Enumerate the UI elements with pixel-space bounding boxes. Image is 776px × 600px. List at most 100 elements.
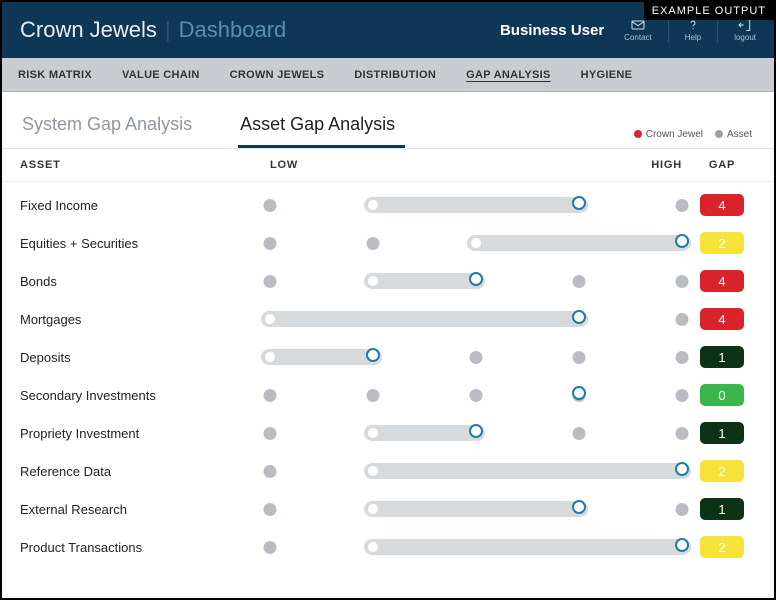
range-bar: [364, 425, 485, 441]
range-start-knob[interactable]: [265, 314, 275, 324]
range-start-knob[interactable]: [368, 504, 378, 514]
range-end-knob[interactable]: [366, 348, 380, 362]
scale-tick: [264, 541, 277, 554]
range-end-knob[interactable]: [675, 538, 689, 552]
gap-slider[interactable]: [270, 387, 682, 403]
gap-slider[interactable]: [270, 539, 682, 555]
gap-cell: 2: [692, 536, 752, 558]
separator: [668, 17, 669, 43]
asset-rows: Fixed Income4Equities + Securities2Bonds…: [2, 182, 774, 570]
scale-tick: [264, 465, 277, 478]
legend: Crown Jewel Asset: [634, 129, 752, 140]
contact-button[interactable]: Contact: [624, 17, 652, 42]
scale-tick: [264, 389, 277, 402]
range-bar: [261, 349, 382, 365]
gap-slider[interactable]: [270, 463, 682, 479]
range-start-knob[interactable]: [368, 276, 378, 286]
gap-cell: 4: [692, 270, 752, 292]
range-end-knob[interactable]: [675, 234, 689, 248]
scale-tick: [367, 389, 380, 402]
gap-cell: 2: [692, 232, 752, 254]
subtab-asset-gap-analysis[interactable]: Asset Gap Analysis: [238, 106, 405, 148]
scale-tick: [264, 275, 277, 288]
nav-item-risk-matrix[interactable]: RISK MATRIX: [16, 65, 94, 85]
gap-badge: 0: [700, 384, 744, 406]
gap-slider[interactable]: [270, 425, 682, 441]
nav-item-crown-jewels[interactable]: CROWN JEWELS: [228, 65, 327, 85]
logout-button[interactable]: logout: [734, 17, 756, 42]
asset-row: Product Transactions 2: [20, 528, 752, 566]
gap-badge: 4: [700, 308, 744, 330]
range-start-knob[interactable]: [471, 238, 481, 248]
help-button[interactable]: Help: [685, 17, 701, 42]
asset-name: Secondary Investments: [20, 388, 270, 403]
asset-name: Reference Data: [20, 464, 270, 479]
asset-name: Fixed Income: [20, 198, 270, 213]
title-separator: |: [165, 17, 171, 43]
range-bar: [467, 235, 691, 251]
range-start-knob[interactable]: [368, 466, 378, 476]
range-end-knob[interactable]: [572, 500, 586, 514]
asset-name: Product Transactions: [20, 540, 270, 555]
sub-tabs: System Gap Analysis Asset Gap Analysis Cr…: [2, 92, 774, 149]
scale-tick: [676, 503, 689, 516]
gap-cell: 0: [692, 384, 752, 406]
asset-row: Fixed Income 4: [20, 186, 752, 224]
scale-tick: [264, 427, 277, 440]
asset-row: Secondary Investments 0: [20, 376, 752, 414]
range-end-knob[interactable]: [469, 272, 483, 286]
scale-tick: [676, 427, 689, 440]
app-title: Crown Jewels: [20, 17, 157, 43]
range-end-knob[interactable]: [572, 310, 586, 324]
subtab-system-gap-analysis[interactable]: System Gap Analysis: [20, 106, 202, 148]
asset-row: Propriety Investment 1: [20, 414, 752, 452]
range-start-knob[interactable]: [265, 352, 275, 362]
gap-slider[interactable]: [270, 235, 682, 251]
asset-row: Deposits1: [20, 338, 752, 376]
range-start-knob[interactable]: [368, 200, 378, 210]
icon-label: Contact: [624, 33, 652, 42]
gap-badge: 4: [700, 270, 744, 292]
range-bar: [364, 463, 691, 479]
range-bar: [364, 273, 485, 289]
col-gap-header: GAP: [692, 159, 752, 171]
gap-slider[interactable]: [270, 501, 682, 517]
range-end-knob[interactable]: [572, 386, 586, 400]
range-end-knob[interactable]: [572, 196, 586, 210]
asset-row: Reference Data 2: [20, 452, 752, 490]
gap-cell: 4: [692, 194, 752, 216]
gap-slider[interactable]: [270, 197, 682, 213]
gap-badge: 4: [700, 194, 744, 216]
gap-cell: 1: [692, 422, 752, 444]
scale-tick: [470, 389, 483, 402]
range-end-knob[interactable]: [675, 462, 689, 476]
gap-cell: 4: [692, 308, 752, 330]
gap-badge: 2: [700, 232, 744, 254]
scale-tick: [470, 351, 483, 364]
asset-row: External Research1: [20, 490, 752, 528]
scale-tick: [676, 275, 689, 288]
range-start-knob[interactable]: [368, 428, 378, 438]
nav-item-value-chain[interactable]: VALUE CHAIN: [120, 65, 202, 85]
scale-tick: [676, 313, 689, 326]
range-bar: [364, 197, 588, 213]
example-output-badge: EXAMPLE OUTPUT: [644, 2, 774, 20]
gap-badge: 1: [700, 422, 744, 444]
scale-tick: [573, 275, 586, 288]
nav-item-distribution[interactable]: DISTRIBUTION: [352, 65, 438, 85]
gap-slider[interactable]: [270, 311, 682, 327]
nav-item-hygiene[interactable]: HYGIENE: [579, 65, 635, 85]
nav-item-gap-analysis[interactable]: GAP ANALYSIS: [464, 65, 553, 85]
range-bar: [364, 501, 588, 517]
col-asset-header: ASSET: [20, 159, 270, 171]
scale-tick: [676, 389, 689, 402]
gap-slider[interactable]: [270, 273, 682, 289]
col-low-header: LOW: [270, 159, 298, 171]
range-bar: [364, 539, 691, 555]
asset-name: Propriety Investment: [20, 426, 270, 441]
legend-crown-jewel: Crown Jewel: [634, 129, 703, 140]
range-start-knob[interactable]: [368, 542, 378, 552]
gap-badge: 2: [700, 460, 744, 482]
range-end-knob[interactable]: [469, 424, 483, 438]
gap-slider[interactable]: [270, 349, 682, 365]
